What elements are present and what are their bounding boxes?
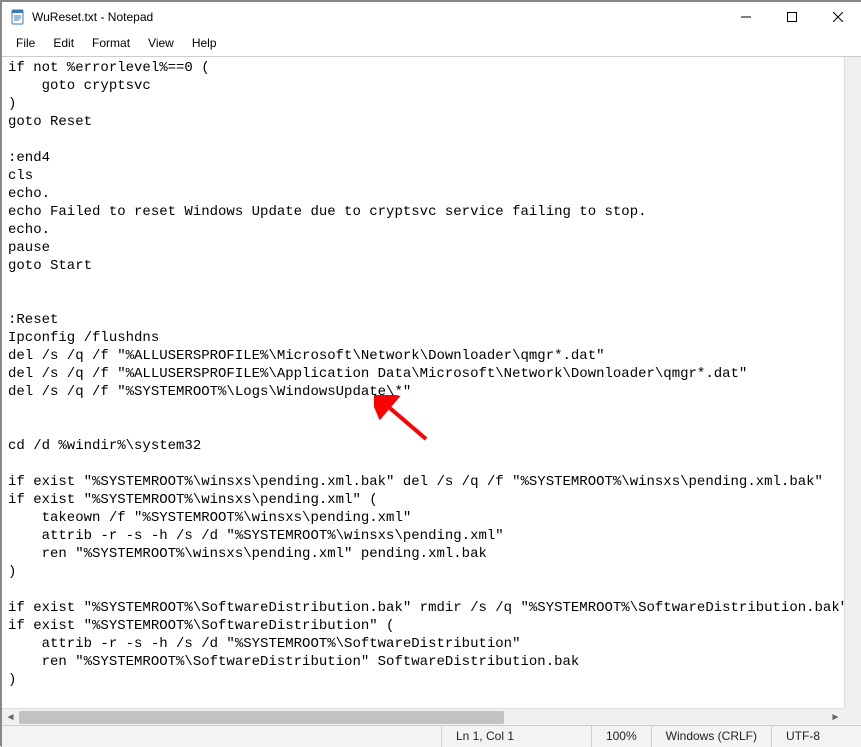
menu-bar: File Edit Format View Help — [2, 32, 861, 57]
editor-area: if not %errorlevel%==0 ( goto cryptsvc )… — [2, 57, 861, 725]
menu-file[interactable]: File — [8, 34, 43, 52]
menu-help[interactable]: Help — [184, 34, 225, 52]
maximize-button[interactable] — [769, 2, 815, 32]
minimize-button[interactable] — [723, 2, 769, 32]
status-position: Ln 1, Col 1 — [441, 726, 591, 747]
status-zoom: 100% — [591, 726, 651, 747]
scroll-right-icon[interactable]: ► — [827, 709, 844, 726]
menu-view[interactable]: View — [140, 34, 182, 52]
status-line-ending: Windows (CRLF) — [651, 726, 771, 747]
menu-format[interactable]: Format — [84, 34, 138, 52]
notepad-icon — [10, 9, 26, 25]
menu-edit[interactable]: Edit — [45, 34, 82, 52]
window-title: WuReset.txt - Notepad — [32, 10, 153, 24]
vertical-scrollbar[interactable] — [844, 57, 861, 708]
text-editor[interactable]: if not %errorlevel%==0 ( goto cryptsvc )… — [2, 57, 861, 725]
scroll-left-icon[interactable]: ◄ — [2, 709, 19, 726]
title-bar: WuReset.txt - Notepad — [2, 2, 861, 32]
scroll-thumb[interactable] — [19, 711, 504, 724]
horizontal-scrollbar[interactable]: ◄ ► — [2, 708, 844, 725]
status-spacer — [2, 726, 441, 747]
close-button[interactable] — [815, 2, 861, 32]
scroll-track[interactable] — [19, 709, 827, 725]
status-bar: Ln 1, Col 1 100% Windows (CRLF) UTF-8 — [2, 725, 861, 747]
status-encoding: UTF-8 — [771, 726, 861, 747]
scroll-corner — [844, 708, 861, 725]
